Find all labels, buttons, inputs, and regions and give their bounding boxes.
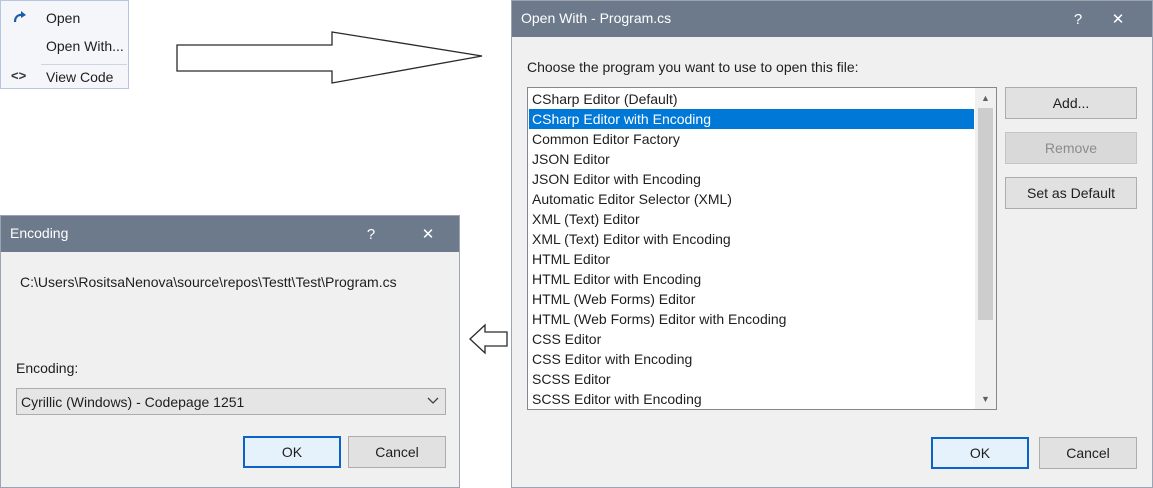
close-icon[interactable]: ✕ bbox=[1100, 1, 1136, 37]
program-list-item[interactable]: Common Editor Factory bbox=[529, 129, 974, 149]
encoding-label: Encoding: bbox=[16, 360, 79, 376]
close-icon[interactable]: ✕ bbox=[410, 216, 446, 252]
help-button[interactable]: ? bbox=[353, 216, 389, 252]
context-menu-label: Open With... bbox=[46, 38, 124, 54]
program-list-item[interactable]: JSON Editor bbox=[529, 149, 974, 169]
encoding-select[interactable]: Cyrillic (Windows) - Codepage 1251 bbox=[16, 388, 446, 415]
program-list-item[interactable]: Automatic Editor Selector (XML) bbox=[529, 189, 974, 209]
cancel-button[interactable]: Cancel bbox=[1039, 437, 1137, 469]
right-arrow-icon bbox=[176, 31, 483, 84]
program-list-item[interactable]: CSharp Editor (Default) bbox=[529, 89, 974, 109]
program-list-item[interactable]: HTML (Web Forms) Editor with Encoding bbox=[529, 309, 974, 329]
program-list-item[interactable]: CSS Editor bbox=[529, 329, 974, 349]
context-menu-label: Open bbox=[46, 10, 81, 26]
open-with-titlebar: Open With - Program.cs ? ✕ bbox=[512, 1, 1152, 37]
open-with-dialog: Open With - Program.cs ? ✕ Choose the pr… bbox=[511, 0, 1153, 488]
program-list-item[interactable]: JSON Editor with Encoding bbox=[529, 169, 974, 189]
file-path-text: C:\Users\RositsaNenova\source\repos\Test… bbox=[20, 274, 397, 290]
cancel-button[interactable]: Cancel bbox=[348, 436, 446, 468]
context-menu-label: View Code bbox=[46, 69, 114, 85]
dialog-title: Encoding bbox=[10, 225, 69, 241]
help-button[interactable]: ? bbox=[1060, 1, 1096, 37]
program-list-item[interactable]: SCSS Editor bbox=[529, 369, 974, 389]
context-menu-item-open-with[interactable]: Open With... bbox=[1, 34, 128, 60]
ok-button[interactable]: OK bbox=[931, 437, 1029, 469]
scroll-up-icon[interactable]: ▲ bbox=[975, 89, 996, 107]
code-brackets-icon: <> bbox=[11, 68, 27, 83]
redo-arrow-icon bbox=[11, 9, 29, 27]
encoding-select-value: Cyrillic (Windows) - Codepage 1251 bbox=[21, 394, 245, 410]
add-button[interactable]: Add... bbox=[1005, 87, 1137, 119]
context-menu-item-open[interactable]: Open bbox=[1, 6, 128, 32]
context-menu: Open Open With... <> View Code bbox=[0, 0, 129, 89]
program-list-item[interactable]: XML (Text) Editor bbox=[529, 209, 974, 229]
program-list-item[interactable]: CSS Editor with Encoding bbox=[529, 349, 974, 369]
remove-button[interactable]: Remove bbox=[1005, 132, 1137, 164]
program-list-item[interactable]: CSharp Editor with Encoding bbox=[529, 109, 974, 129]
chevron-down-icon bbox=[427, 393, 439, 412]
program-list-item[interactable]: HTML Editor bbox=[529, 249, 974, 269]
scrollbar-thumb[interactable] bbox=[978, 108, 993, 320]
left-arrow-icon bbox=[469, 323, 508, 355]
dialog-title: Open With - Program.cs bbox=[521, 10, 672, 26]
set-as-default-button[interactable]: Set as Default bbox=[1005, 177, 1137, 209]
program-list-item[interactable]: HTML (Web Forms) Editor bbox=[529, 289, 974, 309]
ok-button[interactable]: OK bbox=[243, 436, 341, 468]
context-menu-item-view-code[interactable]: <> View Code bbox=[1, 65, 128, 91]
program-list[interactable]: SCSS Editor with Encoding SCSS Editor CSS … bbox=[527, 87, 997, 410]
encoding-dialog: Encoding ? ✕ C:\Users\RositsaNenova\sour… bbox=[0, 215, 460, 488]
encoding-titlebar: Encoding ? ✕ bbox=[1, 216, 459, 252]
program-list-item[interactable]: HTML Editor with Encoding bbox=[529, 269, 974, 289]
scroll-down-icon[interactable]: ▼ bbox=[975, 390, 996, 408]
choose-program-label: Choose the program you want to use to op… bbox=[527, 59, 859, 75]
program-list-item[interactable]: SCSS Editor with Encoding bbox=[529, 389, 974, 409]
list-scrollbar[interactable]: ▲ ▼ bbox=[975, 88, 996, 409]
program-list-item[interactable]: XML (Text) Editor with Encoding bbox=[529, 229, 974, 249]
